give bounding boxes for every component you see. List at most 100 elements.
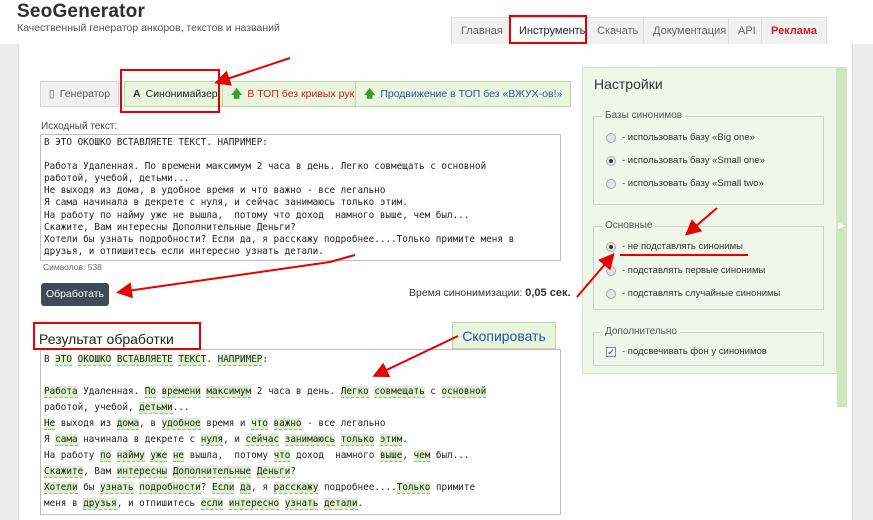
synonym-highlight[interactable]: основной (441, 386, 487, 398)
annotation-box-synonymizer (120, 69, 220, 113)
tab-generator[interactable]: ▯ Генератор (40, 81, 120, 107)
nav-docs[interactable]: Документация (643, 17, 737, 44)
synonym-highlight[interactable]: если (200, 498, 224, 510)
synonym-highlight[interactable]: найму (116, 450, 145, 462)
synonym-highlight[interactable]: сама (55, 434, 78, 446)
synonym-highlight[interactable]: друзья (83, 498, 117, 510)
result-text: работой, учебой, (44, 402, 140, 413)
tab-top-wow[interactable]: 🡅 Продвижение в ТОП без «ВЖУХ-ов!» (355, 81, 572, 107)
checkbox-checked-icon[interactable]: ✓ (606, 346, 616, 357)
synonym-highlight[interactable]: ОКОШКО (77, 354, 112, 366)
synonym-highlight[interactable]: Легко (340, 386, 369, 398)
synonym-highlight[interactable]: по (99, 450, 112, 462)
result-text: доход намного (290, 450, 380, 461)
result-text (223, 498, 229, 509)
synonym-highlight[interactable]: Дополнительные (172, 466, 252, 478)
synonym-highlight[interactable]: Хотели (44, 482, 78, 494)
synonym-highlight[interactable]: подробности (139, 482, 201, 494)
synonym-highlight[interactable]: времени (161, 386, 201, 398)
result-text: начинала в декрете с (77, 434, 201, 445)
synonym-highlight[interactable]: интересно (228, 498, 280, 510)
radio-selected-icon[interactable] (606, 155, 616, 166)
annotation-box-tools (509, 15, 587, 44)
result-text: Я (44, 434, 56, 445)
synonym-highlight[interactable]: максимум (206, 386, 252, 398)
synonym-highlight[interactable]: По (144, 386, 156, 398)
synonym-highlight[interactable]: только (340, 434, 375, 446)
option-highlight-synonyms[interactable]: ✓ - подсвечивать фон у синонимов (606, 346, 767, 357)
settings-title: Настройки (594, 76, 663, 92)
synonym-highlight[interactable]: что (251, 418, 268, 430)
synonym-highlight[interactable]: не (172, 450, 185, 462)
synonym-highlight[interactable]: Не (44, 418, 56, 430)
radio-selected-icon[interactable] (606, 241, 616, 252)
option-first-synonyms[interactable]: - подставлять первые синонимы (606, 265, 765, 276)
result-text (279, 434, 285, 445)
group-extra: Дополнительно ✓ - подсвечивать фон у сино… (593, 326, 824, 366)
synonym-highlight[interactable]: Только (396, 482, 431, 494)
option-random-synonyms[interactable]: - подставлять случайные синонимы (606, 288, 780, 299)
synonym-highlight[interactable]: удобное (161, 418, 201, 430)
nav-home[interactable]: Главная (451, 17, 513, 44)
synonym-highlight[interactable]: нуля (200, 434, 224, 446)
result-text: : (262, 354, 268, 365)
synonym-highlight[interactable]: занимаюсь (284, 434, 336, 446)
synonym-highlight[interactable]: дома (116, 418, 140, 430)
synonym-highlight[interactable]: Работа (44, 386, 78, 398)
result-line: Скажите, Вам интересны Дополнительные Де… (44, 464, 557, 480)
synonym-highlight[interactable]: расскажу (273, 482, 319, 494)
synonym-highlight[interactable]: узнать (284, 498, 319, 510)
synonym-highlight[interactable]: ЭТО (55, 354, 72, 366)
synonym-highlight[interactable]: уже (150, 450, 168, 462)
synonym-highlight[interactable]: Если (211, 482, 235, 494)
result-text: с (424, 386, 442, 397)
synonym-highlight[interactable]: интересны (116, 466, 168, 478)
synonym-highlight[interactable]: ТЕКСТ (178, 354, 207, 366)
char-count: Символов: 538 (43, 262, 102, 272)
side-collapse-strip[interactable]: ▶ (837, 67, 847, 407)
option-base-small-one[interactable]: - использовать базу «Small one» (606, 155, 765, 166)
group-main: Основные - не подставлять синонимы - под… (593, 220, 824, 310)
synonym-highlight[interactable]: важно (273, 418, 302, 430)
result-text: меня в (44, 498, 84, 509)
synonym-highlight[interactable]: этим (379, 434, 403, 446)
result-text: На работу (44, 450, 100, 461)
result-text: вышла, потому (184, 450, 274, 461)
synonym-highlight[interactable]: детали (323, 498, 358, 510)
result-text: выходя из (55, 418, 117, 429)
source-textarea[interactable]: В ЭТО ОКОШКО ВСТАВЛЯЕТЕ ТЕКСТ. НАПРИМЕР:… (40, 134, 561, 261)
nav-ads[interactable]: Реклама (761, 17, 828, 44)
option-no-synonyms[interactable]: - не подставлять синонимы (606, 241, 743, 252)
timing-value: 0,05 сек. (525, 287, 571, 299)
site-tagline: Качественный генератор анкоров, текстов … (17, 22, 280, 34)
radio-icon[interactable] (606, 132, 616, 143)
option-base-small-two[interactable]: - использовать базу «Small two» (606, 178, 764, 189)
synonym-highlight[interactable]: детьми (139, 402, 173, 414)
radio-icon[interactable] (606, 288, 616, 299)
process-button[interactable]: Обработать (41, 283, 109, 306)
synonym-highlight[interactable]: выше (379, 450, 403, 462)
synonym-highlight[interactable]: Деньги (256, 466, 291, 478)
synonym-highlight[interactable]: сейчас (245, 434, 280, 446)
synonym-highlight[interactable]: да (239, 482, 252, 494)
copy-button[interactable]: Скопировать (452, 322, 556, 349)
synonym-highlight[interactable]: НАПРИМЕР (217, 354, 263, 366)
tab-top-hands[interactable]: 🡅 В ТОП без кривых рук (222, 81, 364, 107)
option-base-big[interactable]: - использовать базу «Big one» (606, 132, 755, 143)
synonym-highlight[interactable]: чем (413, 450, 431, 462)
result-text (111, 450, 117, 461)
result-text: , и (223, 434, 246, 445)
synonym-highlight[interactable]: узнать (99, 482, 134, 494)
result-output[interactable]: В ЭТО ОКОШКО ВСТАВЛЯЕТЕ ТЕКСТ. НАПРИМЕР:… (40, 349, 561, 515)
site-logo[interactable]: SeoGenerator (17, 1, 145, 23)
synonym-highlight[interactable]: совмещать (374, 386, 425, 398)
radio-icon[interactable] (606, 178, 616, 189)
timing-label: Время синонимизации: 0,05 сек. (409, 287, 571, 299)
result-text: , в (139, 418, 162, 429)
result-line: меня в друзья, и отпишитесь если интерес… (44, 496, 557, 512)
nav-download[interactable]: Скачать (587, 17, 649, 44)
synonym-highlight[interactable]: Скажите (44, 466, 84, 478)
synonym-highlight[interactable]: что (273, 450, 291, 462)
synonym-highlight[interactable]: ВСТАВЛЯЕТЕ (116, 354, 173, 366)
radio-icon[interactable] (606, 265, 616, 276)
